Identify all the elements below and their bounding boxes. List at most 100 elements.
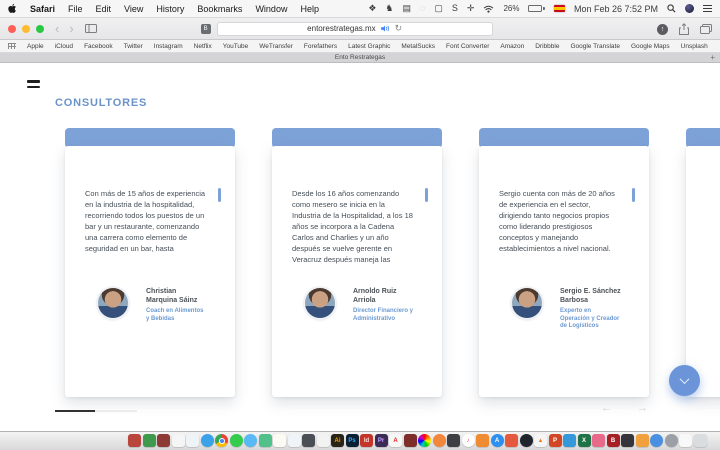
keynote-dock-icon[interactable] — [563, 434, 576, 447]
notes-dock-icon[interactable] — [273, 434, 286, 447]
window-close-button[interactable] — [8, 25, 16, 33]
menu-item-safari[interactable]: Safari — [30, 4, 55, 14]
favorite-amazon[interactable]: Amazon — [500, 43, 524, 50]
menu-item-window[interactable]: Window — [255, 4, 287, 14]
app-orange-dock-icon[interactable] — [476, 434, 489, 447]
menu-item-history[interactable]: History — [156, 4, 184, 14]
trash-dock-icon[interactable] — [694, 434, 707, 447]
battery-icon[interactable] — [528, 5, 545, 12]
appstore-dock-icon[interactable]: A — [491, 434, 504, 447]
favorite-dribbble[interactable]: Dribbble — [535, 43, 559, 50]
clipboard-icon[interactable]: ▤ — [402, 4, 411, 13]
favorites-grid-icon[interactable] — [8, 43, 16, 49]
chrome-dock-icon[interactable] — [215, 434, 228, 447]
textdoc-dock-icon[interactable] — [679, 434, 692, 447]
menu-item-file[interactable]: File — [68, 4, 83, 14]
textedit-dock-icon[interactable] — [172, 434, 185, 447]
whatsapp-dock-icon[interactable] — [230, 434, 243, 447]
apple-menu[interactable] — [8, 3, 17, 14]
acrobat-dock-icon[interactable]: A — [389, 434, 402, 447]
active-tab[interactable]: Ento Restrategas — [335, 54, 385, 61]
mail-dock-icon[interactable] — [505, 434, 518, 447]
favorite-instagram[interactable]: Instagram — [154, 43, 183, 50]
bio-scrollbar[interactable] — [218, 188, 221, 202]
skype-icon[interactable]: S — [452, 4, 458, 13]
favorite-latest-graphic[interactable]: Latest Graphic — [348, 43, 390, 50]
new-tab-button[interactable]: + — [710, 53, 715, 62]
document-dock-icon[interactable] — [317, 434, 330, 447]
favorite-apple[interactable]: Apple — [27, 43, 44, 50]
favorite-wetransfer[interactable]: WeTransfer — [259, 43, 293, 50]
indesign-dock-icon[interactable]: Id — [360, 434, 373, 447]
menu-bar-clock[interactable]: Mon Feb 26 7:52 PM — [574, 4, 658, 14]
spotlight-search-icon[interactable] — [667, 4, 676, 13]
hamburger-menu-icon[interactable] — [27, 80, 40, 91]
crosshair-icon[interactable]: ✛ — [467, 4, 475, 13]
vlc-dock-icon[interactable]: ▲ — [534, 434, 547, 447]
window-zoom-button[interactable] — [36, 25, 44, 33]
messenger-dock-icon[interactable] — [244, 434, 257, 447]
reload-icon[interactable]: ↻ — [395, 23, 403, 34]
tab-audio-icon[interactable] — [381, 25, 390, 32]
wifi-icon[interactable] — [483, 5, 494, 13]
menu-item-bookmarks[interactable]: Bookmarks — [197, 4, 242, 14]
excel-dock-icon[interactable]: X — [578, 434, 591, 447]
colorwheel-dock-icon[interactable] — [418, 434, 431, 447]
carousel-scrollbar[interactable] — [55, 410, 137, 412]
back-button[interactable]: ‹ — [55, 22, 59, 35]
photobooth-dock-icon[interactable] — [447, 434, 460, 447]
premiere-dock-icon[interactable]: Pr — [375, 434, 388, 447]
window-minimize-button[interactable] — [22, 25, 30, 33]
system-prefs-dock-icon[interactable] — [665, 434, 678, 447]
hazel-icon[interactable]: ♞ — [385, 4, 393, 13]
downloads-dock-icon[interactable] — [650, 434, 663, 447]
folder-pink-dock-icon[interactable] — [592, 434, 605, 447]
bio-scrollbar[interactable] — [425, 188, 428, 202]
input-language-flag-icon[interactable] — [554, 5, 565, 12]
carousel-prev-arrow[interactable]: ← — [601, 402, 612, 414]
app-green-dock-icon[interactable] — [143, 434, 156, 447]
address-bar[interactable]: entorestrategas.mx ↻ — [217, 22, 493, 36]
preview-dock-icon[interactable] — [288, 434, 301, 447]
carousel-next-arrow[interactable]: → — [637, 402, 648, 414]
folder-black-dock-icon[interactable] — [621, 434, 634, 447]
itunes-dock-icon[interactable]: ♪ — [462, 434, 475, 447]
siri-icon[interactable] — [685, 4, 694, 13]
favorite-forefathers[interactable]: Forefathers — [304, 43, 337, 50]
favorite-netflix[interactable]: Netflix — [194, 43, 212, 50]
maps-dock-icon[interactable] — [259, 434, 272, 447]
favorite-font-converter[interactable]: Font Converter — [446, 43, 489, 50]
menu-item-edit[interactable]: Edit — [96, 4, 112, 14]
favorite-google-translate[interactable]: Google Translate — [570, 43, 620, 50]
favorite-icloud[interactable]: iCloud — [55, 43, 73, 50]
illustrator-dock-icon[interactable]: Ai — [331, 434, 344, 447]
dropbox-icon[interactable]: ❖ — [368, 4, 376, 13]
pages-dock-icon[interactable] — [186, 434, 199, 447]
sync-icon[interactable]: ◌ — [420, 4, 425, 13]
forward-button[interactable]: › — [69, 22, 73, 35]
favorite-youtube[interactable]: YouTube — [223, 43, 249, 50]
laptop-dock-icon[interactable] — [302, 434, 315, 447]
app-darkred-dock-icon[interactable] — [157, 434, 170, 447]
sidebar-toggle-icon[interactable] — [85, 24, 97, 33]
compass-dock-icon[interactable] — [520, 434, 533, 447]
powerpoint-dock-icon[interactable]: P — [549, 434, 562, 447]
tabs-overview-icon[interactable] — [700, 24, 712, 34]
app-maroon-dock-icon[interactable] — [404, 434, 417, 447]
notification-center-icon[interactable] — [703, 5, 712, 12]
favorite-twitter[interactable]: Twitter — [124, 43, 143, 50]
firefox-dock-icon[interactable] — [433, 434, 446, 447]
favorite-google-maps[interactable]: Google Maps — [631, 43, 670, 50]
menu-item-help[interactable]: Help — [300, 4, 319, 14]
menu-item-view[interactable]: View — [124, 4, 143, 14]
scroll-chevron-button[interactable] — [669, 365, 700, 396]
browser-extension-icon[interactable]: B — [201, 24, 211, 34]
folder-orange-dock-icon[interactable] — [636, 434, 649, 447]
favorite-facebook[interactable]: Facebook — [84, 43, 113, 50]
app-b-red-dock-icon[interactable]: B — [607, 434, 620, 447]
bio-scrollbar[interactable] — [632, 188, 635, 202]
share-icon[interactable] — [679, 23, 689, 35]
app-red-dock-icon[interactable] — [128, 434, 141, 447]
safari-dock-icon[interactable] — [201, 434, 214, 447]
photoshop-dock-icon[interactable]: Ps — [346, 434, 359, 447]
